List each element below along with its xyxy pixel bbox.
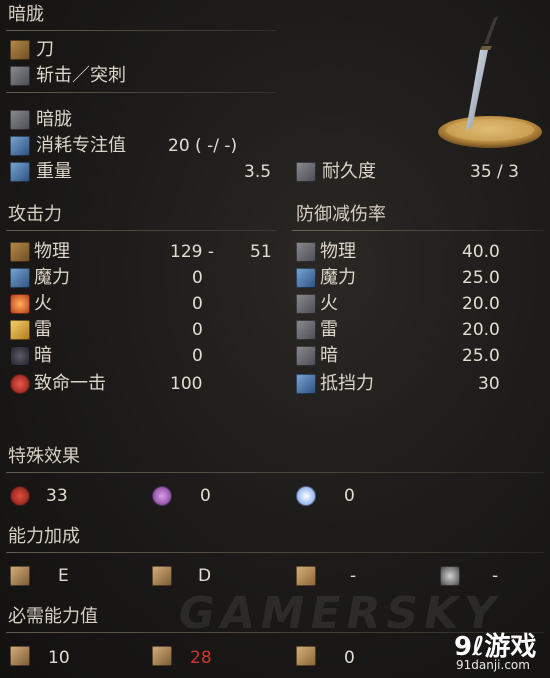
- critical-icon: [10, 374, 30, 394]
- dexterity-icon: [152, 646, 172, 666]
- lightning-attack-icon: [10, 320, 30, 340]
- site-logo-sub: 91danji.com: [456, 658, 530, 672]
- attack-section-title: 攻击力: [8, 204, 62, 225]
- requirements-section-title: 必需能力值: [8, 606, 98, 627]
- attack-value: 0: [192, 346, 203, 366]
- attack-label: 魔力: [34, 267, 70, 288]
- site-logo: 9ℓ游戏 91danji.com: [454, 626, 548, 676]
- attack-value: 0: [192, 268, 203, 288]
- defense-value: 25.0: [462, 346, 500, 366]
- effects-section-title: 特殊效果: [8, 446, 80, 467]
- intelligence-icon: [296, 646, 316, 666]
- weight-value: 3.5: [244, 162, 272, 182]
- attack-label: 致命一击: [34, 373, 106, 394]
- strength-icon: [10, 566, 30, 586]
- dark-attack-icon: [10, 346, 30, 366]
- stability-icon: [296, 374, 316, 394]
- magic-defense-icon: [296, 268, 316, 288]
- defense-label: 魔力: [320, 267, 356, 288]
- attack-value: 129 -: [170, 242, 214, 262]
- defense-label: 暗: [320, 345, 338, 366]
- fp-cost-value: 20 ( -/ -): [168, 136, 238, 156]
- scaling-value: E: [58, 566, 69, 586]
- magic-attack-icon: [10, 268, 30, 288]
- effect-value: 0: [200, 486, 211, 506]
- weapon-title: 暗胧: [8, 4, 44, 25]
- requirement-value: 28: [190, 648, 212, 668]
- attack-value: 100: [170, 374, 203, 394]
- defense-value: 30: [478, 374, 500, 394]
- effect-value: 33: [46, 486, 68, 506]
- weapon-image: [432, 10, 544, 150]
- skill-name: 暗胧: [36, 109, 72, 130]
- defense-section-title: 防御减伤率: [296, 204, 386, 225]
- attack-label: 物理: [34, 241, 70, 262]
- fire-defense-icon: [296, 294, 316, 314]
- physical-defense-icon: [296, 242, 316, 262]
- divider: [6, 92, 276, 93]
- dark-defense-icon: [296, 346, 316, 366]
- faith-icon: [440, 566, 460, 586]
- defense-label: 火: [320, 293, 338, 314]
- dexterity-icon: [152, 566, 172, 586]
- defense-value: 20.0: [462, 320, 500, 340]
- attack-value: 0: [192, 294, 203, 314]
- attack-extra: 51: [250, 242, 272, 262]
- physical-attack-icon: [10, 242, 30, 262]
- weapon-type-label: 刀: [36, 39, 54, 60]
- defense-value: 40.0: [462, 242, 500, 262]
- weight-icon: [10, 162, 30, 182]
- divider: [292, 230, 544, 231]
- divider: [6, 30, 276, 31]
- frost-icon: [296, 486, 316, 506]
- scaling-value: -: [350, 566, 357, 586]
- fp-cost-icon: [10, 136, 30, 156]
- weight-label: 重量: [36, 161, 72, 182]
- effect-value: 0: [344, 486, 355, 506]
- attack-label: 火: [34, 293, 52, 314]
- attack-type-label: 斩击／突刺: [36, 65, 126, 86]
- lightning-defense-icon: [296, 320, 316, 340]
- defense-label: 物理: [320, 241, 356, 262]
- divider: [6, 472, 544, 473]
- skill-icon: [10, 110, 30, 130]
- attack-value: 0: [192, 320, 203, 340]
- intelligence-icon: [296, 566, 316, 586]
- defense-label: 雷: [320, 319, 338, 340]
- durability-icon: [296, 162, 316, 182]
- strength-icon: [10, 646, 30, 666]
- attack-type-icon: [10, 66, 30, 86]
- defense-value: 20.0: [462, 294, 500, 314]
- scaling-value: D: [198, 566, 212, 586]
- divider: [6, 552, 544, 553]
- requirement-value: 10: [48, 648, 70, 668]
- divider: [6, 230, 276, 231]
- bleed-icon: [10, 486, 30, 506]
- defense-value: 25.0: [462, 268, 500, 288]
- fire-attack-icon: [10, 294, 30, 314]
- requirement-value: 0: [344, 648, 355, 668]
- attack-label: 暗: [34, 345, 52, 366]
- poison-icon: [152, 486, 172, 506]
- scaling-section-title: 能力加成: [8, 526, 80, 547]
- durability-value: 35 / 3: [470, 162, 519, 182]
- defense-label: 抵挡力: [320, 373, 374, 394]
- fp-cost-label: 消耗专注值: [36, 135, 126, 156]
- attack-label: 雷: [34, 319, 52, 340]
- scaling-value: -: [492, 566, 499, 586]
- durability-label: 耐久度: [322, 161, 376, 182]
- weapon-type-icon: [10, 40, 30, 60]
